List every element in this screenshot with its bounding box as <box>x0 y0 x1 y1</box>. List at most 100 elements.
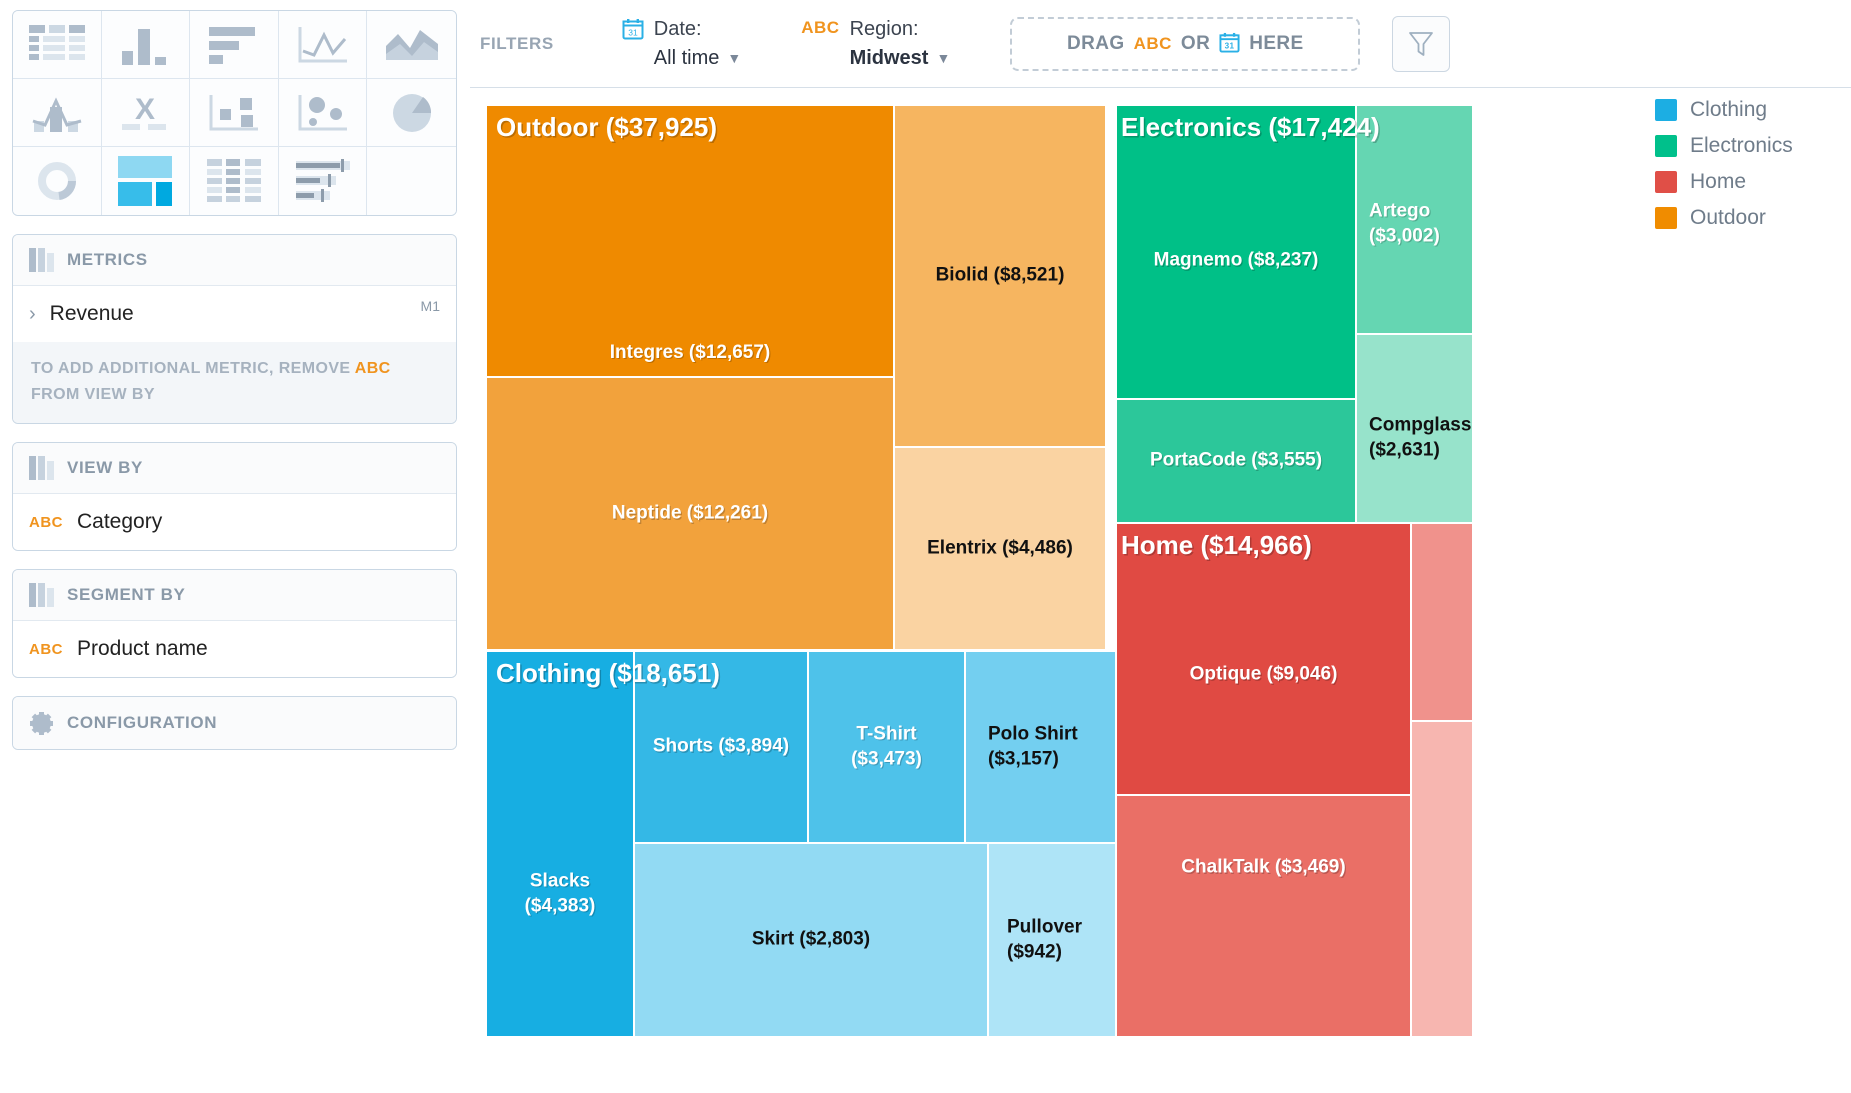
filter-funnel-button[interactable] <box>1392 15 1451 72</box>
abc-icon: ABC <box>29 640 63 658</box>
treemap-tile-shorts[interactable]: Shorts ($3,894) <box>635 652 807 842</box>
abc-icon: ABC <box>29 513 63 531</box>
view-by-panel-header: VIEW BY <box>13 443 456 495</box>
treemap-tile-pullover[interactable]: Pullover ($942) <box>989 844 1115 1036</box>
bubble-chart-icon[interactable] <box>278 79 368 147</box>
treemap-tile-tshirt[interactable]: T-Shirt ($3,473) <box>809 652 964 842</box>
chevron-right-icon: › <box>29 302 36 325</box>
column-chart-icon[interactable] <box>101 11 191 79</box>
tile-label: Integres ($12,657) <box>609 342 771 364</box>
main-content: FILTERS 31 Date: All time ▼ ABC Region: … <box>470 0 1851 1093</box>
metrics-icon <box>29 248 54 272</box>
tile-label: T-Shirt ($3,473) <box>851 723 922 769</box>
analytics-designer-app: X METRICS › Revenue M1 TO ADD ADDITIONAL… <box>0 0 1851 1093</box>
chart-area: Integres ($12,657) Neptide ($12,261) Bio… <box>470 88 1851 1093</box>
filter-bar: FILTERS 31 Date: All time ▼ ABC Region: … <box>470 0 1851 88</box>
legend-item-electronics[interactable]: Electronics <box>1655 134 1793 158</box>
tile-label: PortaCode ($3,555) <box>1149 449 1323 471</box>
configuration-panel-header[interactable]: CONFIGURATION <box>13 697 456 750</box>
calendar-icon: 31 <box>622 18 644 45</box>
metrics-hint-suffix: FROM VIEW BY <box>31 385 155 403</box>
treemap-tile-home-unlabeled-2[interactable] <box>1412 722 1472 1036</box>
abc-icon: ABC <box>1133 33 1172 53</box>
tile-label: Magnemo ($8,237) <box>1153 249 1319 271</box>
metric-item-revenue[interactable]: › Revenue M1 <box>13 286 456 342</box>
segment-by-panel-header: SEGMENT BY <box>13 570 456 622</box>
segment-by-title: SEGMENT BY <box>67 585 186 605</box>
legend-item-outdoor[interactable]: Outdoor <box>1655 206 1793 230</box>
dropzone-suffix: HERE <box>1249 32 1304 54</box>
treemap-tile-portacode[interactable]: PortaCode ($3,555) <box>1117 400 1355 522</box>
tile-label: ChalkTalk ($3,469) <box>1181 856 1346 878</box>
tile-label: Optique ($9,046) <box>1189 663 1338 685</box>
svg-text:31: 31 <box>1225 42 1235 51</box>
pivot-table-chart-icon[interactable] <box>190 147 279 215</box>
treemap-tile-artego[interactable]: Artego ($3,002) <box>1357 106 1472 333</box>
dropzone-prefix: DRAG <box>1067 32 1125 54</box>
view-by-item-category[interactable]: ABC Category <box>13 494 456 551</box>
filter-date-name: Date: <box>653 17 702 40</box>
treemap-tile-neptide[interactable]: Neptide ($12,261) <box>487 378 893 649</box>
left-sidebar: X METRICS › Revenue M1 TO ADD ADDITIONAL… <box>0 0 470 1093</box>
scatter-x-chart-icon[interactable]: X <box>101 79 191 147</box>
filter-region-value: Midwest <box>849 46 929 69</box>
treemap-tile-home-unlabeled-1[interactable] <box>1412 524 1472 720</box>
tile-label: Polo Shirt ($3,157) <box>988 723 1078 769</box>
legend-item-home[interactable]: Home <box>1655 170 1793 194</box>
tile-label: Shorts ($3,894) <box>652 735 790 757</box>
metrics-title: METRICS <box>67 250 148 269</box>
treemap-tile-biolid[interactable]: Biolid ($8,521) <box>895 106 1105 446</box>
tile-label: Elentrix ($4,486) <box>927 537 1073 559</box>
metric-label: Revenue <box>49 302 134 325</box>
tile-label: Artego ($3,002) <box>1369 200 1440 247</box>
treemap-tile-elentrix[interactable]: Elentrix ($4,486) <box>895 448 1105 649</box>
treemap-tile-integres[interactable]: Integres ($12,657) <box>487 106 893 376</box>
view-by-panel: VIEW BY ABC Category <box>12 442 457 552</box>
chevron-down-icon[interactable]: ▼ <box>936 48 950 68</box>
filter-dropzone[interactable]: DRAG ABC OR 31 HERE <box>1010 16 1361 71</box>
treemap-tile-compglass[interactable]: Compglass ($2,631) <box>1357 335 1472 522</box>
metric-tag: M1 <box>420 298 440 314</box>
bubble-grid-chart-icon[interactable] <box>190 79 279 147</box>
treemap-legend: Clothing Electronics Home Outdoor <box>1655 98 1793 230</box>
treemap-tile-polo-shirt[interactable]: Polo Shirt ($3,157) <box>966 652 1115 842</box>
chevron-down-icon[interactable]: ▼ <box>727 48 741 68</box>
tile-label: Skirt ($2,803) <box>751 928 871 950</box>
gear-icon <box>30 712 53 736</box>
line-chart-icon[interactable] <box>278 11 368 79</box>
treemap-tile-chalktalk[interactable]: ChalkTalk ($3,469) <box>1117 796 1410 1036</box>
view-by-icon <box>29 456 54 481</box>
legend-swatch-outdoor <box>1655 207 1677 229</box>
tile-label: Biolid ($8,521) <box>935 264 1065 286</box>
chart-type-picker[interactable]: X <box>12 10 457 216</box>
bar-chart-icon[interactable] <box>190 11 279 79</box>
pie-chart-icon[interactable] <box>367 79 456 147</box>
metrics-panel: METRICS › Revenue M1 TO ADD ADDITIONAL M… <box>12 234 457 425</box>
segment-by-panel: SEGMENT BY ABC Product name <box>12 569 457 679</box>
filter-date[interactable]: 31 Date: All time ▼ <box>622 15 741 73</box>
donut-chart-icon[interactable] <box>13 147 102 215</box>
configuration-title: CONFIGURATION <box>67 713 218 733</box>
treemap-chart-icon[interactable] <box>101 147 191 215</box>
filter-region[interactable]: ABC Region: Midwest ▼ <box>801 15 950 73</box>
legend-item-clothing[interactable]: Clothing <box>1655 98 1793 122</box>
tile-label: Pullover ($942) <box>1007 916 1082 962</box>
area-chart-icon[interactable] <box>367 11 456 79</box>
legend-label: Outdoor <box>1690 206 1766 229</box>
combo-chart-icon[interactable] <box>13 79 102 147</box>
svg-text:31: 31 <box>628 27 638 37</box>
svg-text:X: X <box>135 93 155 126</box>
segment-by-item-product-name[interactable]: ABC Product name <box>13 621 456 678</box>
filter-region-name: Region: <box>849 17 919 40</box>
treemap-tile-slacks[interactable]: Slacks ($4,383) <box>487 652 633 1036</box>
funnel-icon <box>1409 31 1434 56</box>
treemap-tile-magnemo[interactable]: Magnemo ($8,237) <box>1117 106 1355 398</box>
treemap-tile-optique[interactable]: Optique ($9,046) <box>1117 524 1410 794</box>
view-by-title: VIEW BY <box>67 458 143 478</box>
legend-swatch-electronics <box>1655 135 1677 157</box>
table-chart-icon[interactable] <box>13 11 102 79</box>
legend-swatch-home <box>1655 171 1677 193</box>
configuration-panel[interactable]: CONFIGURATION <box>12 696 457 751</box>
bullet-chart-icon[interactable] <box>278 147 368 215</box>
treemap-tile-skirt[interactable]: Skirt ($2,803) <box>635 844 987 1036</box>
